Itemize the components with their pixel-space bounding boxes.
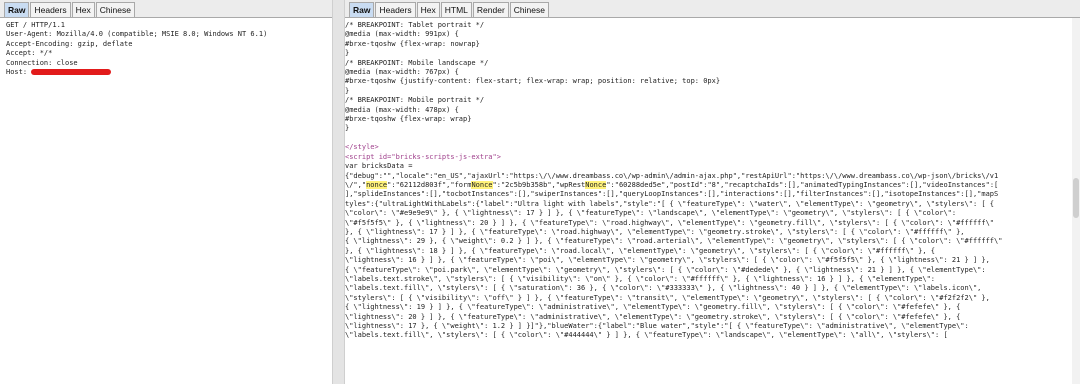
- request-line: GET / HTTP/1.1: [6, 21, 66, 29]
- host-label: Host:: [6, 68, 28, 77]
- code-segment: ":"2c5b9b358b","wpRest: [492, 180, 586, 189]
- code-line: #brxe-tqoshw {flex-wrap: wrap}: [345, 115, 472, 124]
- tab-render[interactable]: Render: [472, 2, 509, 17]
- code-line: /* BREAKPOINT: Tablet portrait */: [345, 21, 485, 29]
- code-line: @media (max-width: 767px) {: [345, 68, 459, 77]
- request-header: User-Agent: Mozilla/4.0 (compatible; MSI…: [6, 30, 268, 39]
- tab-headers[interactable]: Headers: [30, 2, 71, 17]
- response-tab-bar: Raw Headers Hex HTML Render Chinese: [345, 0, 1080, 18]
- response-pane: Raw Headers Hex HTML Render Chinese /* B…: [345, 0, 1080, 384]
- code-line: \"labels.text.stroke\", \"stylers\": [ {…: [345, 274, 936, 283]
- split-pane-divider[interactable]: [332, 0, 345, 384]
- host-header: Host:: [6, 68, 326, 77]
- tab-chinese[interactable]: Chinese: [95, 2, 135, 17]
- code-line: /* BREAKPOINT: Mobile landscape */: [345, 58, 489, 67]
- response-editor[interactable]: /* BREAKPOINT: Tablet portrait */@media …: [345, 18, 1080, 344]
- host-redaction: [31, 69, 112, 76]
- nonce-highlight: Nonce: [585, 180, 607, 189]
- tab-headers[interactable]: Headers: [375, 2, 416, 17]
- code-line: /* BREAKPOINT: Mobile portrait */: [345, 96, 485, 105]
- request-header: Connection: close: [6, 58, 78, 67]
- code-line: { \"lightness\": 29 }, { \"weight\": 0.2…: [345, 237, 1003, 246]
- code-segment: \/",": [345, 180, 367, 189]
- code-line: }, { \"lightness\": 17 } ] }, { \"featur…: [345, 227, 965, 236]
- code-line: #brxe-tqoshw {flex-wrap: nowrap}: [345, 39, 480, 48]
- code-line: {"debug":"","locale":"en_US","ajaxUrl":"…: [345, 171, 999, 180]
- code-line: @media (max-width: 478px) {: [345, 105, 459, 114]
- code-line: \"labels.text.fill\", \"stylers\": [ { \…: [345, 331, 948, 340]
- script-open-tag: <script id="bricks-scripts-js-extra">: [345, 152, 501, 161]
- code-line: \"lightness\": 16 } ] }, { \"featureType…: [345, 256, 990, 265]
- code-line: { \"featureType\": \"poi.park\", \"eleme…: [345, 265, 986, 274]
- code-line: \"#f5f5f5\" }, { \"lightness\": 20 } ] }…: [345, 218, 995, 227]
- tab-raw[interactable]: Raw: [4, 2, 30, 17]
- request-header: Accept: */*: [6, 49, 53, 58]
- code-line: tyles":{"ultraLightWithLabels":{"label":…: [345, 199, 995, 208]
- tab-hex[interactable]: Hex: [71, 2, 95, 17]
- scrollbar-thumb[interactable]: [1073, 178, 1079, 218]
- code-line: @media (max-width: 991px) {: [345, 30, 459, 39]
- tab-hex[interactable]: Hex: [416, 2, 440, 17]
- request-pane: Raw Headers Hex Chinese GET / HTTP/1.1 Us…: [0, 0, 332, 384]
- code-line: var bricksData =: [345, 162, 413, 171]
- code-line-with-highlights: \/","nonce":"62112d803f","formNonce":"2c…: [345, 180, 1074, 190]
- code-line: }: [345, 124, 350, 133]
- code-line: #brxe-tqoshw {justify-content: flex-star…: [345, 77, 721, 86]
- code-line: }, { \"lightness\": 18 } ] }, { \"featur…: [345, 246, 936, 255]
- code-line: \"labels.text.fill\", \"stylers\": [ { \…: [345, 284, 982, 293]
- style-close-tag: </style>: [345, 143, 379, 152]
- code-line: \"lightness\": 20 } ] }, { \"featureType…: [345, 312, 961, 321]
- nonce-highlight: nonce: [366, 180, 388, 189]
- tab-raw[interactable]: Raw: [349, 2, 375, 17]
- code-line: ],"splideInstances":[],"tocbotInstances"…: [345, 190, 999, 199]
- request-tab-bar: Raw Headers Hex Chinese: [0, 0, 332, 18]
- code-line: \"lightness\": 17 }, { \"weight\": 1.2 }…: [345, 322, 969, 330]
- code-line: \"color\": \"#e9e9e9\" }, { \"lightness\…: [345, 209, 957, 218]
- nonce-highlight: Nonce: [471, 180, 493, 189]
- code-segment: ":"62112d803f","form: [387, 180, 472, 189]
- response-scrollbar[interactable]: [1072, 18, 1080, 384]
- code-line: \"stylers\": [ { \"visibility\": \"off\"…: [345, 293, 990, 302]
- code-line: }: [345, 86, 350, 95]
- request-editor[interactable]: GET / HTTP/1.1 User-Agent: Mozilla/4.0 (c…: [0, 18, 332, 80]
- code-segment: ":"60288ded5e","postId":"8","recaptchaId…: [606, 180, 999, 189]
- request-header: Accept-Encoding: gzip, deflate: [6, 39, 133, 48]
- tab-html[interactable]: HTML: [440, 2, 472, 17]
- code-line: { \"lightness\": 19 } ] }, { \"featureTy…: [345, 303, 961, 312]
- code-line: }: [345, 49, 350, 58]
- tab-chinese[interactable]: Chinese: [509, 2, 549, 17]
